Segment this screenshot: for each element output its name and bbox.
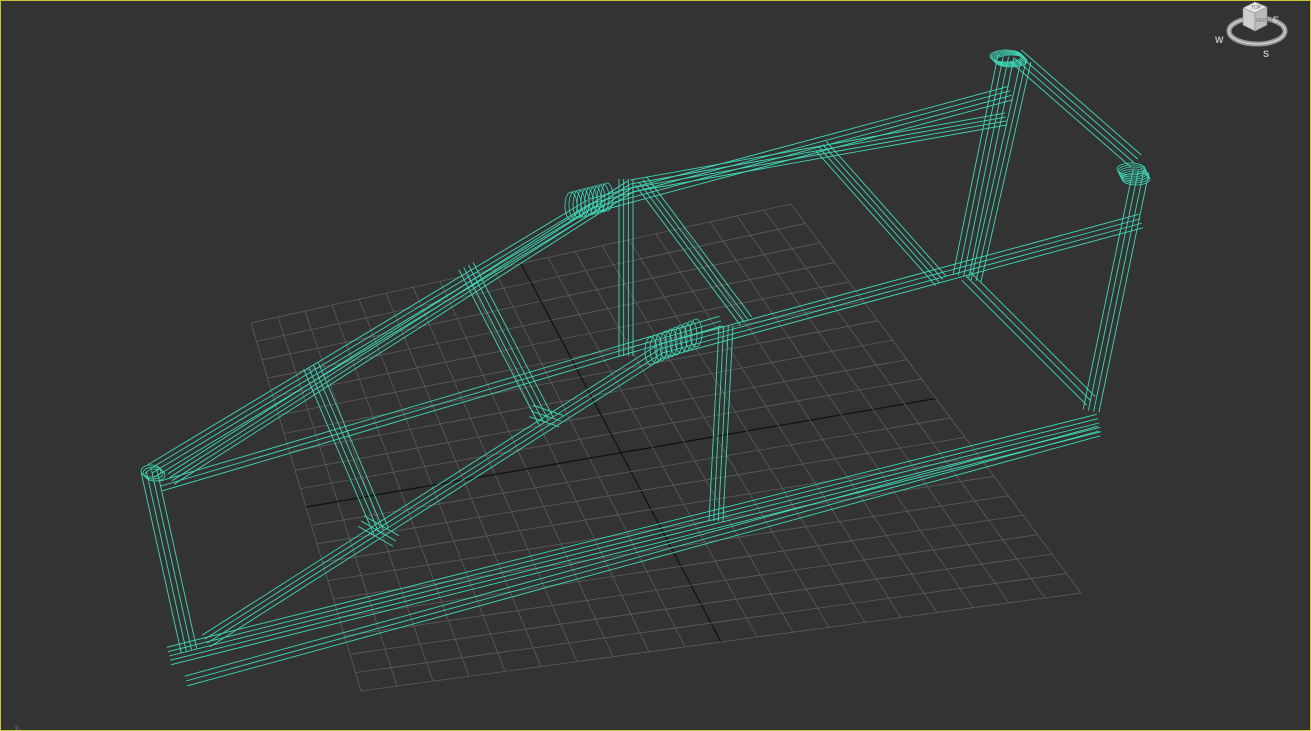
grid-line bbox=[344, 534, 1038, 637]
frame-tube-edge bbox=[169, 183, 631, 478]
frame-tube-edge bbox=[151, 470, 193, 651]
frame-tube-edge bbox=[952, 54, 999, 275]
frame-tube-edge bbox=[589, 85, 1010, 200]
frame-tube-edge bbox=[629, 112, 1006, 181]
frame-tube-edge bbox=[313, 364, 384, 531]
grid-line bbox=[763, 209, 1046, 599]
frame-tube-edge bbox=[659, 213, 1140, 345]
grid-line bbox=[355, 573, 1067, 673]
frame-tube-edge bbox=[185, 430, 1100, 682]
frame-tube-edge bbox=[1098, 172, 1150, 413]
frame-tube-edge bbox=[1093, 171, 1145, 412]
frame-tube-edge bbox=[822, 144, 944, 280]
frame-tube-edge bbox=[167, 418, 1099, 653]
frame-tube-edge bbox=[965, 275, 1092, 402]
frame-tube-edge bbox=[160, 320, 722, 487]
frame-tube-edge bbox=[713, 325, 725, 521]
viewcube-icon[interactable]: TOP FRONT W S E bbox=[1207, 1, 1307, 63]
compass-east-label[interactable]: E bbox=[1273, 15, 1279, 25]
frame-tube-edge bbox=[717, 326, 729, 522]
frame-tube-edge bbox=[204, 348, 660, 640]
compass-south-label[interactable]: S bbox=[1263, 49, 1269, 59]
viewcube-front-label: FRONT bbox=[1256, 18, 1273, 24]
frame-tube-edge bbox=[171, 187, 633, 482]
frame-tube-edge bbox=[825, 141, 947, 277]
frame-tube-edge bbox=[1017, 53, 1139, 160]
frame-tube-edge bbox=[961, 279, 1088, 406]
frame-tube-edge bbox=[308, 366, 379, 533]
frame-tube-edge bbox=[154, 211, 595, 478]
frame-tube-edge bbox=[661, 222, 1142, 354]
frame-tube-edge bbox=[458, 269, 540, 425]
frame-tube-edge bbox=[184, 425, 1098, 677]
frame-tube-edge bbox=[591, 94, 1012, 209]
frame-tube-edge bbox=[722, 326, 734, 522]
frame-tube-edge bbox=[472, 262, 554, 418]
frame-tube-edge bbox=[166, 413, 1097, 648]
frame-tube-edge bbox=[151, 207, 593, 474]
frame-tube-edge bbox=[167, 180, 629, 475]
frame-tube-edge bbox=[1082, 169, 1134, 410]
frame-tube-edge bbox=[662, 227, 1143, 359]
frame-tube-edge bbox=[590, 90, 1011, 205]
viewcube-top-label: TOP bbox=[1251, 5, 1262, 11]
frame-tube-edge bbox=[171, 431, 1102, 666]
frame-tube-edge bbox=[630, 116, 1006, 185]
frame-tube-edge bbox=[957, 55, 1004, 276]
viewcube[interactable]: TOP FRONT W S E bbox=[1207, 1, 1307, 63]
grid-line bbox=[790, 203, 1082, 594]
home-grid bbox=[250, 203, 1082, 692]
frame-tube-edge bbox=[173, 190, 635, 485]
frame-tube-edge bbox=[169, 426, 1101, 661]
frame-tube-edge bbox=[159, 315, 720, 482]
frame-tube-edge bbox=[638, 182, 745, 323]
frame-tube-edge bbox=[635, 184, 741, 326]
frame-tube-edge bbox=[592, 99, 1013, 214]
grid-line bbox=[349, 553, 1053, 655]
grid-line bbox=[736, 215, 1010, 604]
grid-line bbox=[360, 592, 1082, 692]
frame-tube-edge bbox=[1013, 57, 1135, 164]
perspective-viewport[interactable]: TOP FRONT W S E bbox=[0, 0, 1311, 731]
frame-tube-edge bbox=[530, 410, 562, 422]
frame-tube-edge bbox=[156, 469, 198, 650]
frame-tube-edge bbox=[631, 124, 1008, 193]
tube-frame-wireframe[interactable] bbox=[140, 49, 1151, 687]
viewport-scene[interactable] bbox=[1, 1, 1311, 731]
frame-tube-edge bbox=[708, 325, 720, 521]
axis-tripod-icon bbox=[15, 725, 21, 730]
frame-tube-edge bbox=[646, 176, 752, 318]
frame-tube-edge bbox=[969, 271, 1096, 398]
frame-tube-edge bbox=[187, 435, 1101, 687]
frame-tube-edge bbox=[818, 147, 940, 283]
frame-tube-edge bbox=[1087, 170, 1139, 411]
frame-tube-edge bbox=[1020, 49, 1142, 156]
frame-tube-edge bbox=[209, 356, 666, 648]
frame-tube-edge bbox=[1010, 61, 1132, 168]
frame-tube-edge bbox=[145, 471, 187, 652]
compass-west-label[interactable]: W bbox=[1215, 35, 1224, 45]
frame-tube-edge bbox=[140, 472, 182, 653]
frame-tube-edge bbox=[815, 150, 937, 286]
frame-tube-edge bbox=[303, 368, 375, 535]
